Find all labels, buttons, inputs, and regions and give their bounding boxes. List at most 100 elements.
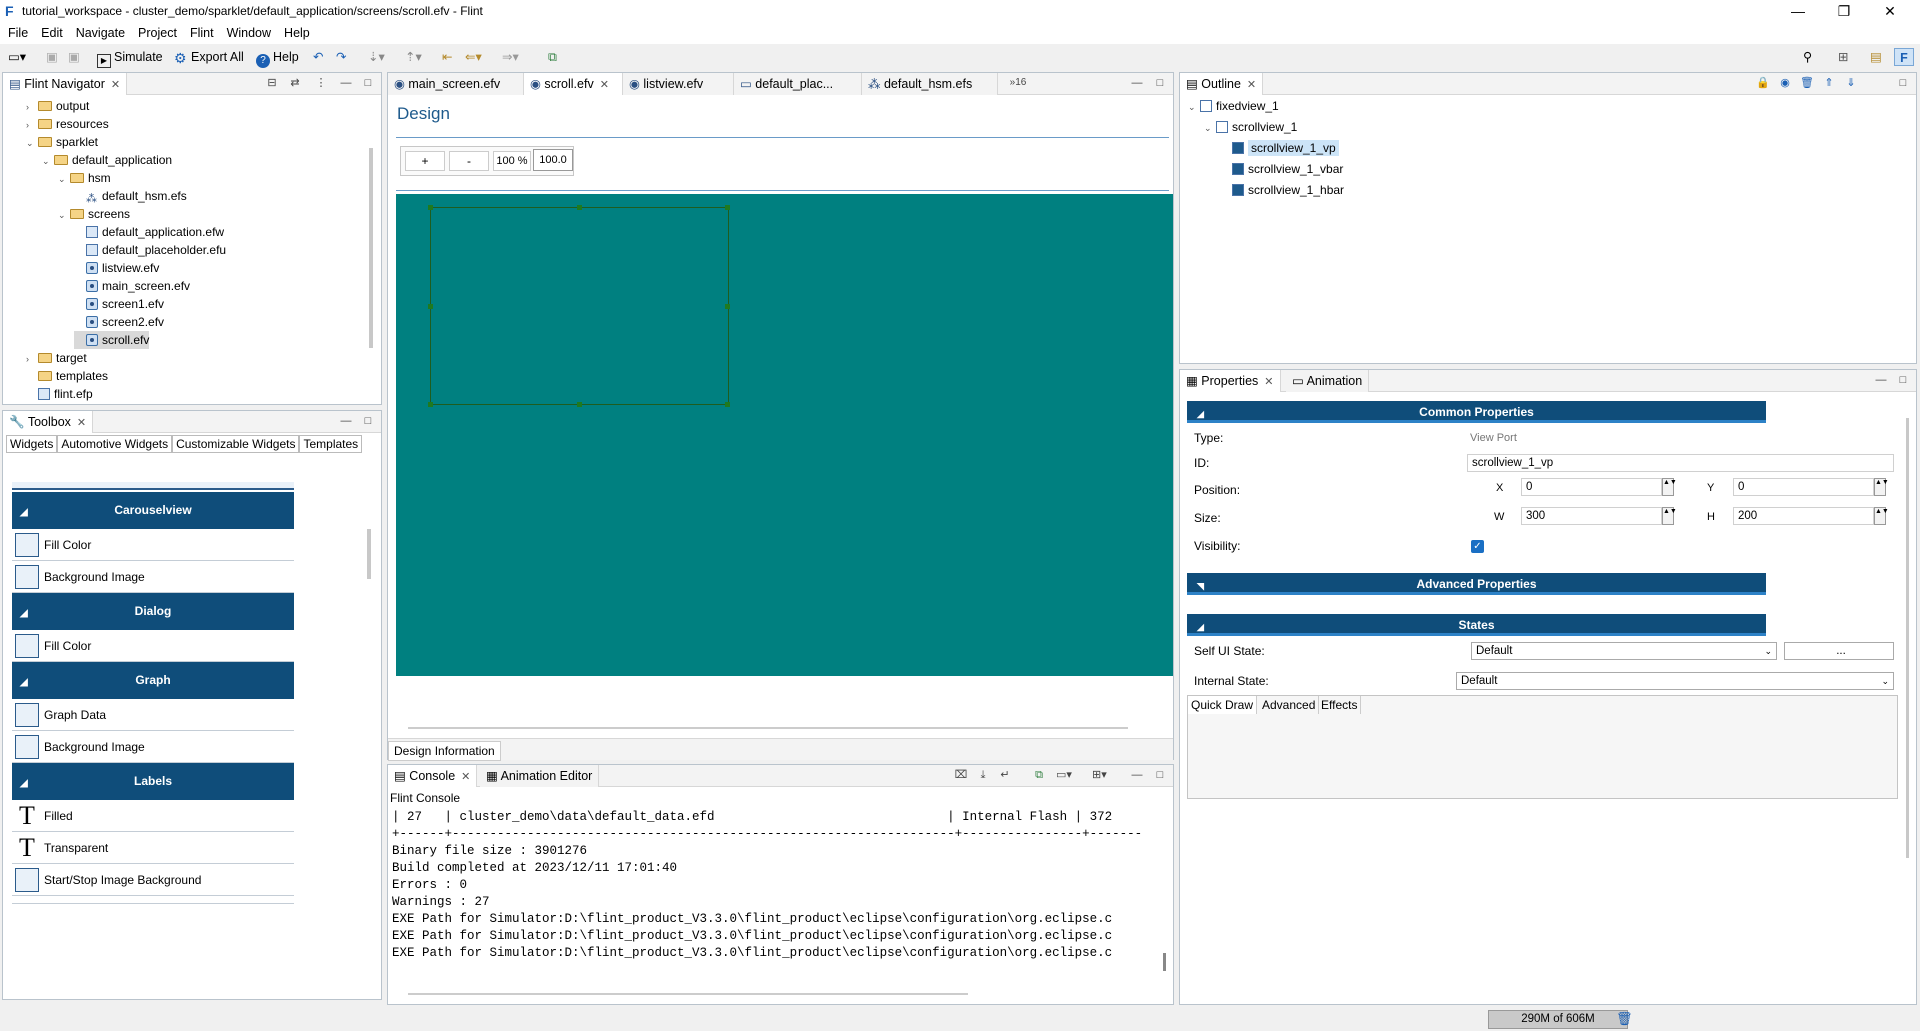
tab-customizable-widgets[interactable]: Customizable Widgets [172, 435, 300, 453]
tree-item[interactable]: flint.efp [26, 385, 93, 403]
prev-annotation-icon[interactable]: ⇡▾ [405, 48, 422, 66]
toolbox-widget-item[interactable]: Fill Color [12, 529, 294, 561]
internal-state-select[interactable]: Default ⌄ [1456, 672, 1894, 690]
toolbox-section-header[interactable]: ◢ Carouselview [12, 492, 294, 529]
tab-widgets[interactable]: Widgets [6, 435, 58, 453]
maximize-icon[interactable]: □ [361, 414, 375, 428]
tab-effects[interactable]: Effects [1318, 696, 1362, 714]
minimize-icon[interactable]: — [1130, 768, 1144, 782]
editor-tab[interactable]: ⁂ default_hsm.efs [862, 73, 998, 95]
menu-help[interactable]: Help [276, 22, 315, 40]
tree-item[interactable]: ⁂ default_hsm.efs [74, 187, 187, 205]
tab-console[interactable]: ▤ Console ✕ [388, 765, 478, 787]
tab-quick-draw[interactable]: Quick Draw [1188, 696, 1258, 714]
flint-perspective-icon[interactable]: F [1894, 48, 1914, 66]
editor-tab[interactable]: ◉ main_screen.efv [388, 73, 524, 95]
undo-icon[interactable]: ↶ [313, 48, 323, 66]
next-annotation-icon[interactable]: ⇣▾ [368, 48, 385, 66]
tree-item[interactable]: ⌄ default_application [42, 151, 172, 169]
maximize-button[interactable]: ❐ [1821, 0, 1867, 22]
menu-flint[interactable]: Flint [182, 22, 219, 40]
resize-handle[interactable] [577, 205, 582, 210]
editor-tab[interactable]: ◉ listview.efv [623, 73, 734, 95]
tab-animation-editor[interactable]: ▦ Animation Editor [480, 765, 600, 787]
toolbox-widget-item[interactable] [12, 896, 294, 904]
minimize-icon[interactable]: — [339, 414, 353, 428]
help-button[interactable]: ? Help [256, 48, 299, 68]
forward-icon[interactable]: ⇒▾ [502, 48, 519, 66]
tab-advanced[interactable]: Advanced [1259, 696, 1320, 714]
tab-toolbox[interactable]: 🔧 Toolbox ✕ [3, 411, 94, 433]
tree-item[interactable]: screen2.efv [74, 313, 164, 331]
menu-edit[interactable]: Edit [33, 22, 68, 40]
tree-item[interactable]: ⌄ sparklet [26, 133, 98, 151]
display-console-icon[interactable]: ▭▾ [1056, 768, 1072, 782]
zoom-in-button[interactable]: + [405, 151, 445, 171]
tab-animation[interactable]: ▭ Animation [1286, 370, 1370, 392]
move-up-icon[interactable]: ⇑ [1822, 76, 1836, 90]
toolbox-widget-item[interactable]: Fill Color [12, 630, 294, 662]
properties-scrollbar[interactable] [1906, 418, 1909, 858]
toolbox-widget-item[interactable]: Start/Stop Image Background [12, 864, 294, 896]
menu-file[interactable]: File [0, 22, 33, 40]
outline-item[interactable]: ⌄ scrollview_1 [1204, 118, 1297, 136]
save-all-icon[interactable]: ▣ [68, 48, 80, 66]
resize-handle[interactable] [725, 304, 730, 309]
scroll-lock-icon[interactable]: ⤓ [976, 768, 990, 782]
maximize-icon[interactable]: □ [1896, 373, 1910, 387]
resize-handle[interactable] [725, 402, 730, 407]
navigator-scrollbar[interactable] [369, 148, 373, 348]
h-field[interactable]: 200 [1733, 507, 1874, 525]
close-icon[interactable]: ✕ [111, 79, 120, 91]
redo-icon[interactable]: ↷ [336, 48, 346, 66]
console-hscrollbar[interactable] [408, 993, 968, 995]
expanded-chevron-icon[interactable]: ⌄ [26, 134, 38, 152]
close-icon[interactable]: ✕ [461, 771, 470, 783]
y-field[interactable]: 0 [1733, 478, 1874, 496]
id-field[interactable]: scrollview_1_vp [1467, 454, 1894, 472]
toolbox-scrollbar[interactable] [367, 529, 371, 579]
selected-viewport-widget[interactable] [428, 205, 730, 407]
resize-handle[interactable] [725, 205, 730, 210]
toolbox-section-header[interactable]: ◢ Labels [12, 763, 294, 800]
menu-navigate[interactable]: Navigate [68, 22, 130, 40]
menu-window[interactable]: Window [219, 22, 276, 40]
minimize-icon[interactable]: — [1874, 373, 1888, 387]
toolbox-widget-item[interactable]: Background Image [12, 561, 294, 593]
editor-tab[interactable]: ▭ default_plac... [734, 73, 862, 95]
tree-item[interactable]: scroll.efv [74, 331, 150, 349]
maximize-icon[interactable]: □ [361, 76, 375, 90]
console-vscrollbar[interactable] [1163, 953, 1166, 971]
export-all-button[interactable]: ⚙ Export All [174, 48, 244, 66]
clear-console-icon[interactable]: ⌧ [954, 768, 968, 782]
x-field[interactable]: 0 [1521, 478, 1662, 496]
last-edit-icon[interactable]: ⇤ [442, 48, 452, 66]
self-ui-state-select[interactable]: Default ⌄ [1471, 642, 1777, 660]
pin-console-icon[interactable]: ⧉ [1032, 768, 1046, 782]
maximize-icon[interactable]: □ [1896, 76, 1910, 90]
tree-item[interactable]: main_screen.efv [74, 277, 190, 295]
toolbox-widget-item[interactable]: Background Image [12, 731, 294, 763]
perspective-icon[interactable]: ⊞ [1838, 48, 1848, 66]
word-wrap-icon[interactable]: ↵ [998, 768, 1012, 782]
tree-item[interactable]: listview.efv [74, 259, 159, 277]
y-stepper[interactable]: ▲▼ [1874, 478, 1889, 496]
move-down-icon[interactable]: ⇓ [1844, 76, 1858, 90]
outline-item[interactable]: scrollview_1_hbar [1220, 181, 1344, 199]
tab-design-information[interactable]: Design Information [388, 741, 501, 761]
view-menu-icon[interactable]: ⋮ [314, 76, 328, 90]
visibility-checkbox[interactable]: ✓ [1471, 540, 1484, 553]
expanded-chevron-icon[interactable]: ⌄ [1188, 98, 1200, 116]
advanced-properties-header[interactable]: ◥ Advanced Properties [1187, 573, 1766, 595]
toolbox-section-header[interactable]: ◢ Graph [12, 662, 294, 699]
expanded-chevron-icon[interactable]: ⌄ [1204, 119, 1216, 137]
resize-handle[interactable] [428, 402, 433, 407]
collapsed-chevron-icon[interactable]: › [26, 98, 38, 116]
back-icon[interactable]: ⇐▾ [465, 48, 482, 66]
close-icon[interactable]: ✕ [1264, 376, 1273, 388]
close-button[interactable]: ✕ [1867, 0, 1913, 22]
close-icon[interactable]: ✕ [77, 417, 86, 429]
minimize-icon[interactable]: — [339, 76, 353, 90]
minimize-icon[interactable]: — [1130, 76, 1144, 90]
open-perspective-icon[interactable]: ⧉ [548, 48, 557, 66]
